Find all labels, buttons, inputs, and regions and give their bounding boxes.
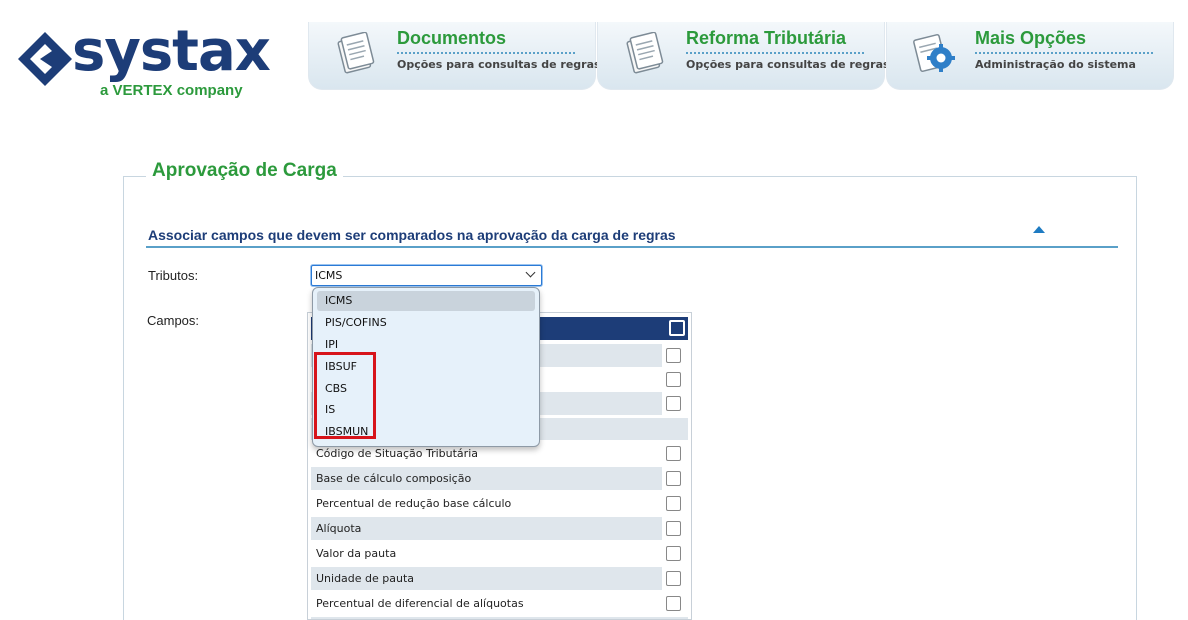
row-checkbox[interactable] <box>666 571 681 586</box>
page-title: Aprovação de Carga <box>146 160 343 182</box>
nav-tab-documentos[interactable]: Documentos Opções para consultas de regr… <box>308 22 601 90</box>
tributos-selected-value: ICMS <box>315 269 343 282</box>
campo-label: Base de cálculo composição <box>316 472 472 485</box>
brand-tagline: a VERTEX company <box>100 82 243 99</box>
row-checkbox[interactable] <box>666 596 681 611</box>
dropdown-option-ipi[interactable]: IPI <box>317 335 535 355</box>
nav-tab-reforma-tributaria[interactable]: Reforma Tributária Opções para consultas… <box>597 22 890 90</box>
brand-name: systax <box>72 19 271 84</box>
campo-label: Unidade de pauta <box>316 572 415 585</box>
row-checkbox[interactable] <box>666 372 681 387</box>
table-row: Unidade de pauta <box>311 567 688 590</box>
campo-label: Alíquota <box>316 522 362 535</box>
nav-subtitle: Opções para consultas de regras <box>686 58 890 71</box>
tributos-dropdown-list: ICMS PIS/COFINS IPI IBSUF CBS IS IBSMUN <box>312 287 540 447</box>
dropdown-option-ibsmun[interactable]: IBSMUN <box>317 422 535 442</box>
row-checkbox[interactable] <box>666 348 681 363</box>
document-icon <box>626 32 664 74</box>
tributos-label: Tributos: <box>148 268 199 283</box>
section-title: Associar campos que devem ser comparados… <box>148 227 676 243</box>
section-divider <box>146 246 1118 248</box>
row-checkbox[interactable] <box>666 496 681 511</box>
select-all-checkbox[interactable] <box>669 320 685 336</box>
chevron-down-icon <box>525 267 536 278</box>
table-row: Alíquota <box>311 517 688 540</box>
dropdown-option-ibsuf[interactable]: IBSUF <box>317 357 535 377</box>
nav-tab-mais-opcoes[interactable]: Mais Opções Administração do sistema <box>886 22 1174 90</box>
campos-label: Campos: <box>147 313 200 328</box>
campo-label: Percentual de redução base cálculo <box>316 497 512 510</box>
nav-title: Mais Opções <box>975 28 1087 48</box>
campo-label: Código de Situação Tributária <box>316 447 478 460</box>
nav-title: Reforma Tributária <box>686 28 847 48</box>
row-checkbox[interactable] <box>666 471 681 486</box>
top-navigation: Documentos Opções para consultas de regr… <box>300 10 1182 90</box>
document-icon <box>337 32 375 74</box>
tributos-select[interactable]: ICMS <box>311 265 542 286</box>
nav-subtitle: Opções para consultas de regras <box>397 58 601 71</box>
row-checkbox[interactable] <box>666 396 681 411</box>
nav-subtitle: Administração do sistema <box>975 58 1136 71</box>
table-row: Base de cálculo composição <box>311 467 688 490</box>
table-row: Valor da pauta <box>311 542 688 565</box>
campo-label: Valor da pauta <box>316 547 397 560</box>
collapse-arrow-icon[interactable] <box>1033 226 1045 233</box>
systax-diamond-icon <box>18 32 72 86</box>
nav-divider <box>975 52 1153 54</box>
nav-divider <box>686 52 864 54</box>
dropdown-option-is[interactable]: IS <box>317 400 535 420</box>
systax-logo[interactable]: systax a VERTEX company <box>16 19 271 102</box>
row-checkbox[interactable] <box>666 546 681 561</box>
table-row: Percentual de diferencial de alíquotas <box>311 592 688 615</box>
nav-title: Documentos <box>397 28 507 48</box>
campo-label: Percentual de diferencial de alíquotas <box>316 597 524 610</box>
dropdown-option-pis-cofins[interactable]: PIS/COFINS <box>317 313 535 333</box>
gear-icon <box>913 34 955 72</box>
dropdown-option-icms[interactable]: ICMS <box>317 291 535 311</box>
table-row: Percentual de redução base cálculo <box>311 492 688 515</box>
row-checkbox[interactable] <box>666 521 681 536</box>
row-checkbox[interactable] <box>666 446 681 461</box>
nav-divider <box>397 52 575 54</box>
dropdown-option-cbs[interactable]: CBS <box>317 379 535 399</box>
